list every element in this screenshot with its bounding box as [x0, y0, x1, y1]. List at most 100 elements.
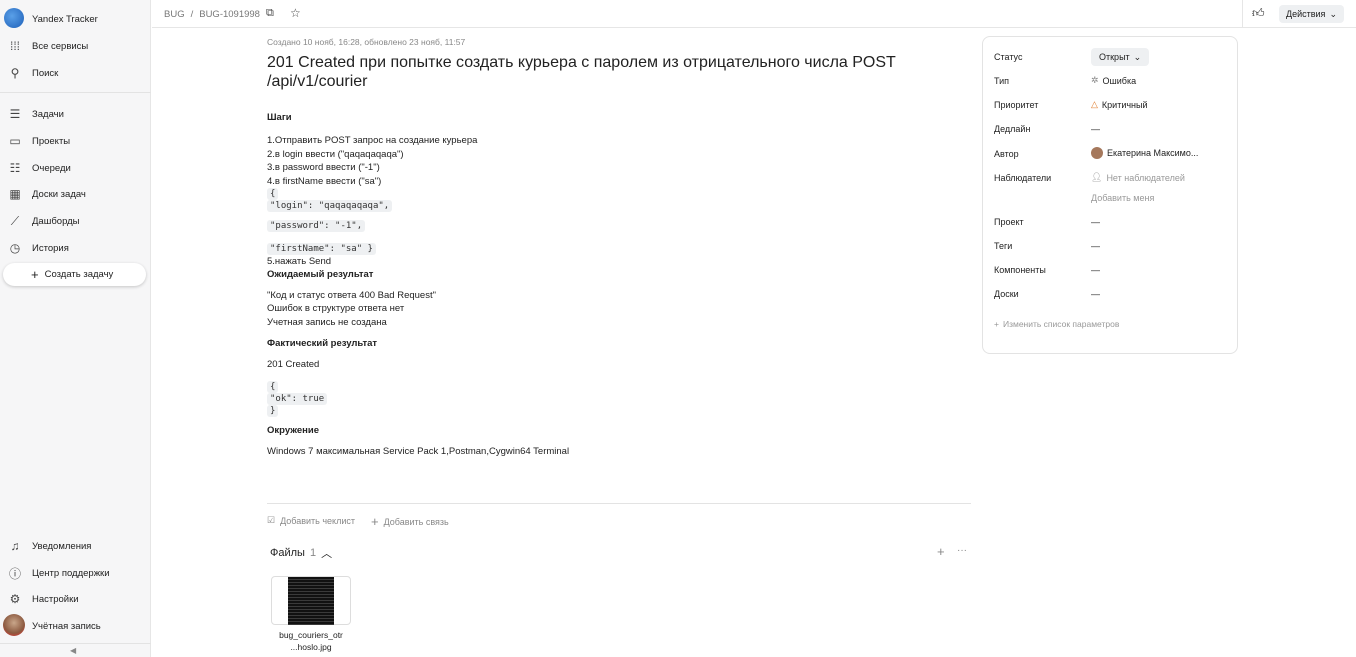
text: Windows 7 максимальная Service Pack 1,Po… [267, 445, 570, 457]
sidebar-item-search[interactable]: ⚲ Поиск [8, 64, 59, 82]
code-line: } [267, 404, 279, 417]
bug-icon: ✲ [1091, 75, 1099, 85]
divider [1242, 0, 1243, 28]
breadcrumb: BUG / BUG-1091998 [164, 9, 260, 20]
type-value[interactable]: ✲ Ошибка [1091, 75, 1136, 86]
project-value[interactable]: — [1091, 217, 1100, 227]
code-line: "login": "qaqaqaqaqa", [267, 200, 393, 212]
plus-icon: + [31, 267, 39, 282]
bell-icon: ♫ [10, 539, 20, 553]
sidebar-item-support[interactable]: ⓘ Центр поддержки [8, 564, 110, 582]
grid-icon: ⁞⁞⁞ [9, 39, 20, 53]
step: 5.нажать Send [267, 256, 332, 267]
param-label: Статус [994, 52, 1023, 62]
user-icon: 👤︎ [1091, 172, 1103, 182]
sidebar-item-boards[interactable]: ▦ Доски задач [8, 185, 86, 203]
tags-value[interactable]: — [1091, 241, 1100, 251]
file-name[interactable]: bug_couriers_otr ...hoslo.jpg [271, 629, 351, 653]
edit-params-button[interactable]: + Изменить список параметров [994, 319, 1119, 329]
issue-params-panel: Статус Открыт ⌄ Тип ✲ Ошибка Приоритет △ Кр… [982, 36, 1238, 354]
chevron-down-icon: ⌄ [1133, 51, 1142, 62]
image-preview [288, 577, 334, 625]
param-label: Наблюдатели [994, 173, 1052, 183]
help-icon: ⓘ [8, 566, 21, 581]
text: Ошибок в структуре ответа нет [267, 303, 405, 314]
boards-icon: ▦ [9, 187, 21, 201]
param-label: Теги [994, 241, 1013, 251]
chevron-down-icon: ⌄ [1329, 8, 1337, 19]
sidebar: Yandex Tracker ⁞⁞⁞ Все сервисы ⚲ Поиск ☰ За… [0, 0, 151, 657]
deadline-value[interactable]: — [1091, 124, 1100, 134]
sidebar-item-all-services[interactable]: ⁞⁞⁞ Все сервисы [8, 37, 88, 55]
like-icon[interactable]: 👍︎ [1252, 6, 1265, 21]
plus-icon: + [994, 319, 999, 329]
more-icon[interactable]: ··· [957, 545, 967, 556]
param-label: Проект [994, 217, 1024, 227]
breadcrumb-issue[interactable]: BUG-1091998 [199, 9, 260, 20]
code-line: "firstName": "sa" } [267, 243, 376, 255]
param-label: Приоритет [994, 100, 1039, 110]
issue-description: Шаги 1.Отправить POST запрос на создание… [267, 112, 967, 458]
status-dropdown[interactable]: Открыт ⌄ [1091, 48, 1150, 66]
sidebar-item-account[interactable]: Учётная запись [32, 617, 101, 635]
plus-icon: + [371, 514, 379, 529]
text: "Код и статус ответа 400 Bad Request" [267, 289, 436, 301]
components-value[interactable]: — [1091, 265, 1100, 275]
logo-icon[interactable] [4, 8, 24, 28]
priority-value[interactable]: △ Критичный [1091, 99, 1148, 110]
watchers-value[interactable]: 👤︎ Нет наблюдателей [1091, 172, 1185, 183]
sidebar-item-history[interactable]: ◷ История [8, 239, 69, 257]
code-line: { [267, 380, 279, 393]
files-toggle[interactable]: Файлы 1 ︿ [270, 545, 332, 561]
app-title[interactable]: Yandex Tracker [32, 10, 98, 28]
file-thumbnail[interactable] [271, 576, 351, 625]
star-icon[interactable]: ☆ [290, 6, 301, 20]
add-checklist-button[interactable]: ☑ Добавить чеклист [267, 515, 355, 526]
actions-button[interactable]: Действия ⌄ [1279, 5, 1344, 23]
param-label: Дедлайн [994, 124, 1031, 134]
history-icon: ◷ [9, 241, 21, 255]
chevron-up-icon: ︿ [321, 548, 333, 560]
step: 1.Отправить POST запрос на создание курь… [267, 135, 478, 146]
text: 201 Created [267, 359, 320, 370]
copy-icon[interactable]: ⧉ [266, 7, 274, 20]
sidebar-item-tasks[interactable]: ☰ Задачи [8, 105, 64, 123]
divider [0, 92, 151, 93]
divider [0, 643, 151, 644]
collapse-sidebar-icon[interactable]: ◀ [70, 646, 76, 655]
checklist-icon: ☑ [267, 515, 276, 525]
sidebar-item-projects[interactable]: ▭ Проекты [8, 132, 70, 150]
param-label: Доски [994, 289, 1019, 299]
param-label: Тип [994, 76, 1010, 86]
text: Учетная запись не создана [267, 316, 387, 328]
create-task-button[interactable]: + Создать задачу [3, 263, 146, 286]
sidebar-item-dashboards[interactable]: ⟋ Дашборды [8, 212, 80, 230]
add-me-link[interactable]: Добавить меня [1091, 193, 1154, 203]
code-line: { [267, 188, 279, 200]
code-line: "password": "-1", [267, 220, 366, 232]
sidebar-item-notifications[interactable]: ♫ Уведомления [8, 537, 92, 555]
queues-icon: ☷ [9, 161, 21, 175]
avatar[interactable] [3, 614, 25, 636]
step: 3.в password ввести ("-1") [267, 162, 380, 173]
step: 2.в login ввести ("qaqaqaqaqa") [267, 148, 404, 160]
section-heading: Шаги [267, 112, 292, 123]
code-line: "ok": true [267, 392, 328, 405]
page-title: 201 Created при попытке создать курьера … [267, 54, 896, 90]
step: 4.в firstName ввести ("sa") [267, 175, 382, 187]
avatar [1091, 147, 1103, 159]
add-link-button[interactable]: + Добавить связь [371, 514, 449, 529]
sidebar-item-queues[interactable]: ☷ Очереди [8, 159, 71, 177]
projects-icon: ▭ [9, 134, 21, 148]
breadcrumb-queue[interactable]: BUG [164, 9, 185, 20]
param-label: Компоненты [994, 265, 1046, 275]
tasks-icon: ☰ [9, 107, 21, 121]
warning-icon: △ [1091, 99, 1098, 109]
add-file-icon[interactable]: + [937, 544, 945, 559]
divider [267, 503, 971, 504]
section-heading: Окружение [267, 424, 319, 436]
sidebar-item-settings[interactable]: ⚙ Настройки [8, 590, 79, 608]
author-value[interactable]: Екатерина Максимо... [1091, 147, 1198, 159]
gear-icon: ⚙ [9, 592, 21, 606]
boards-value[interactable]: — [1091, 289, 1100, 299]
